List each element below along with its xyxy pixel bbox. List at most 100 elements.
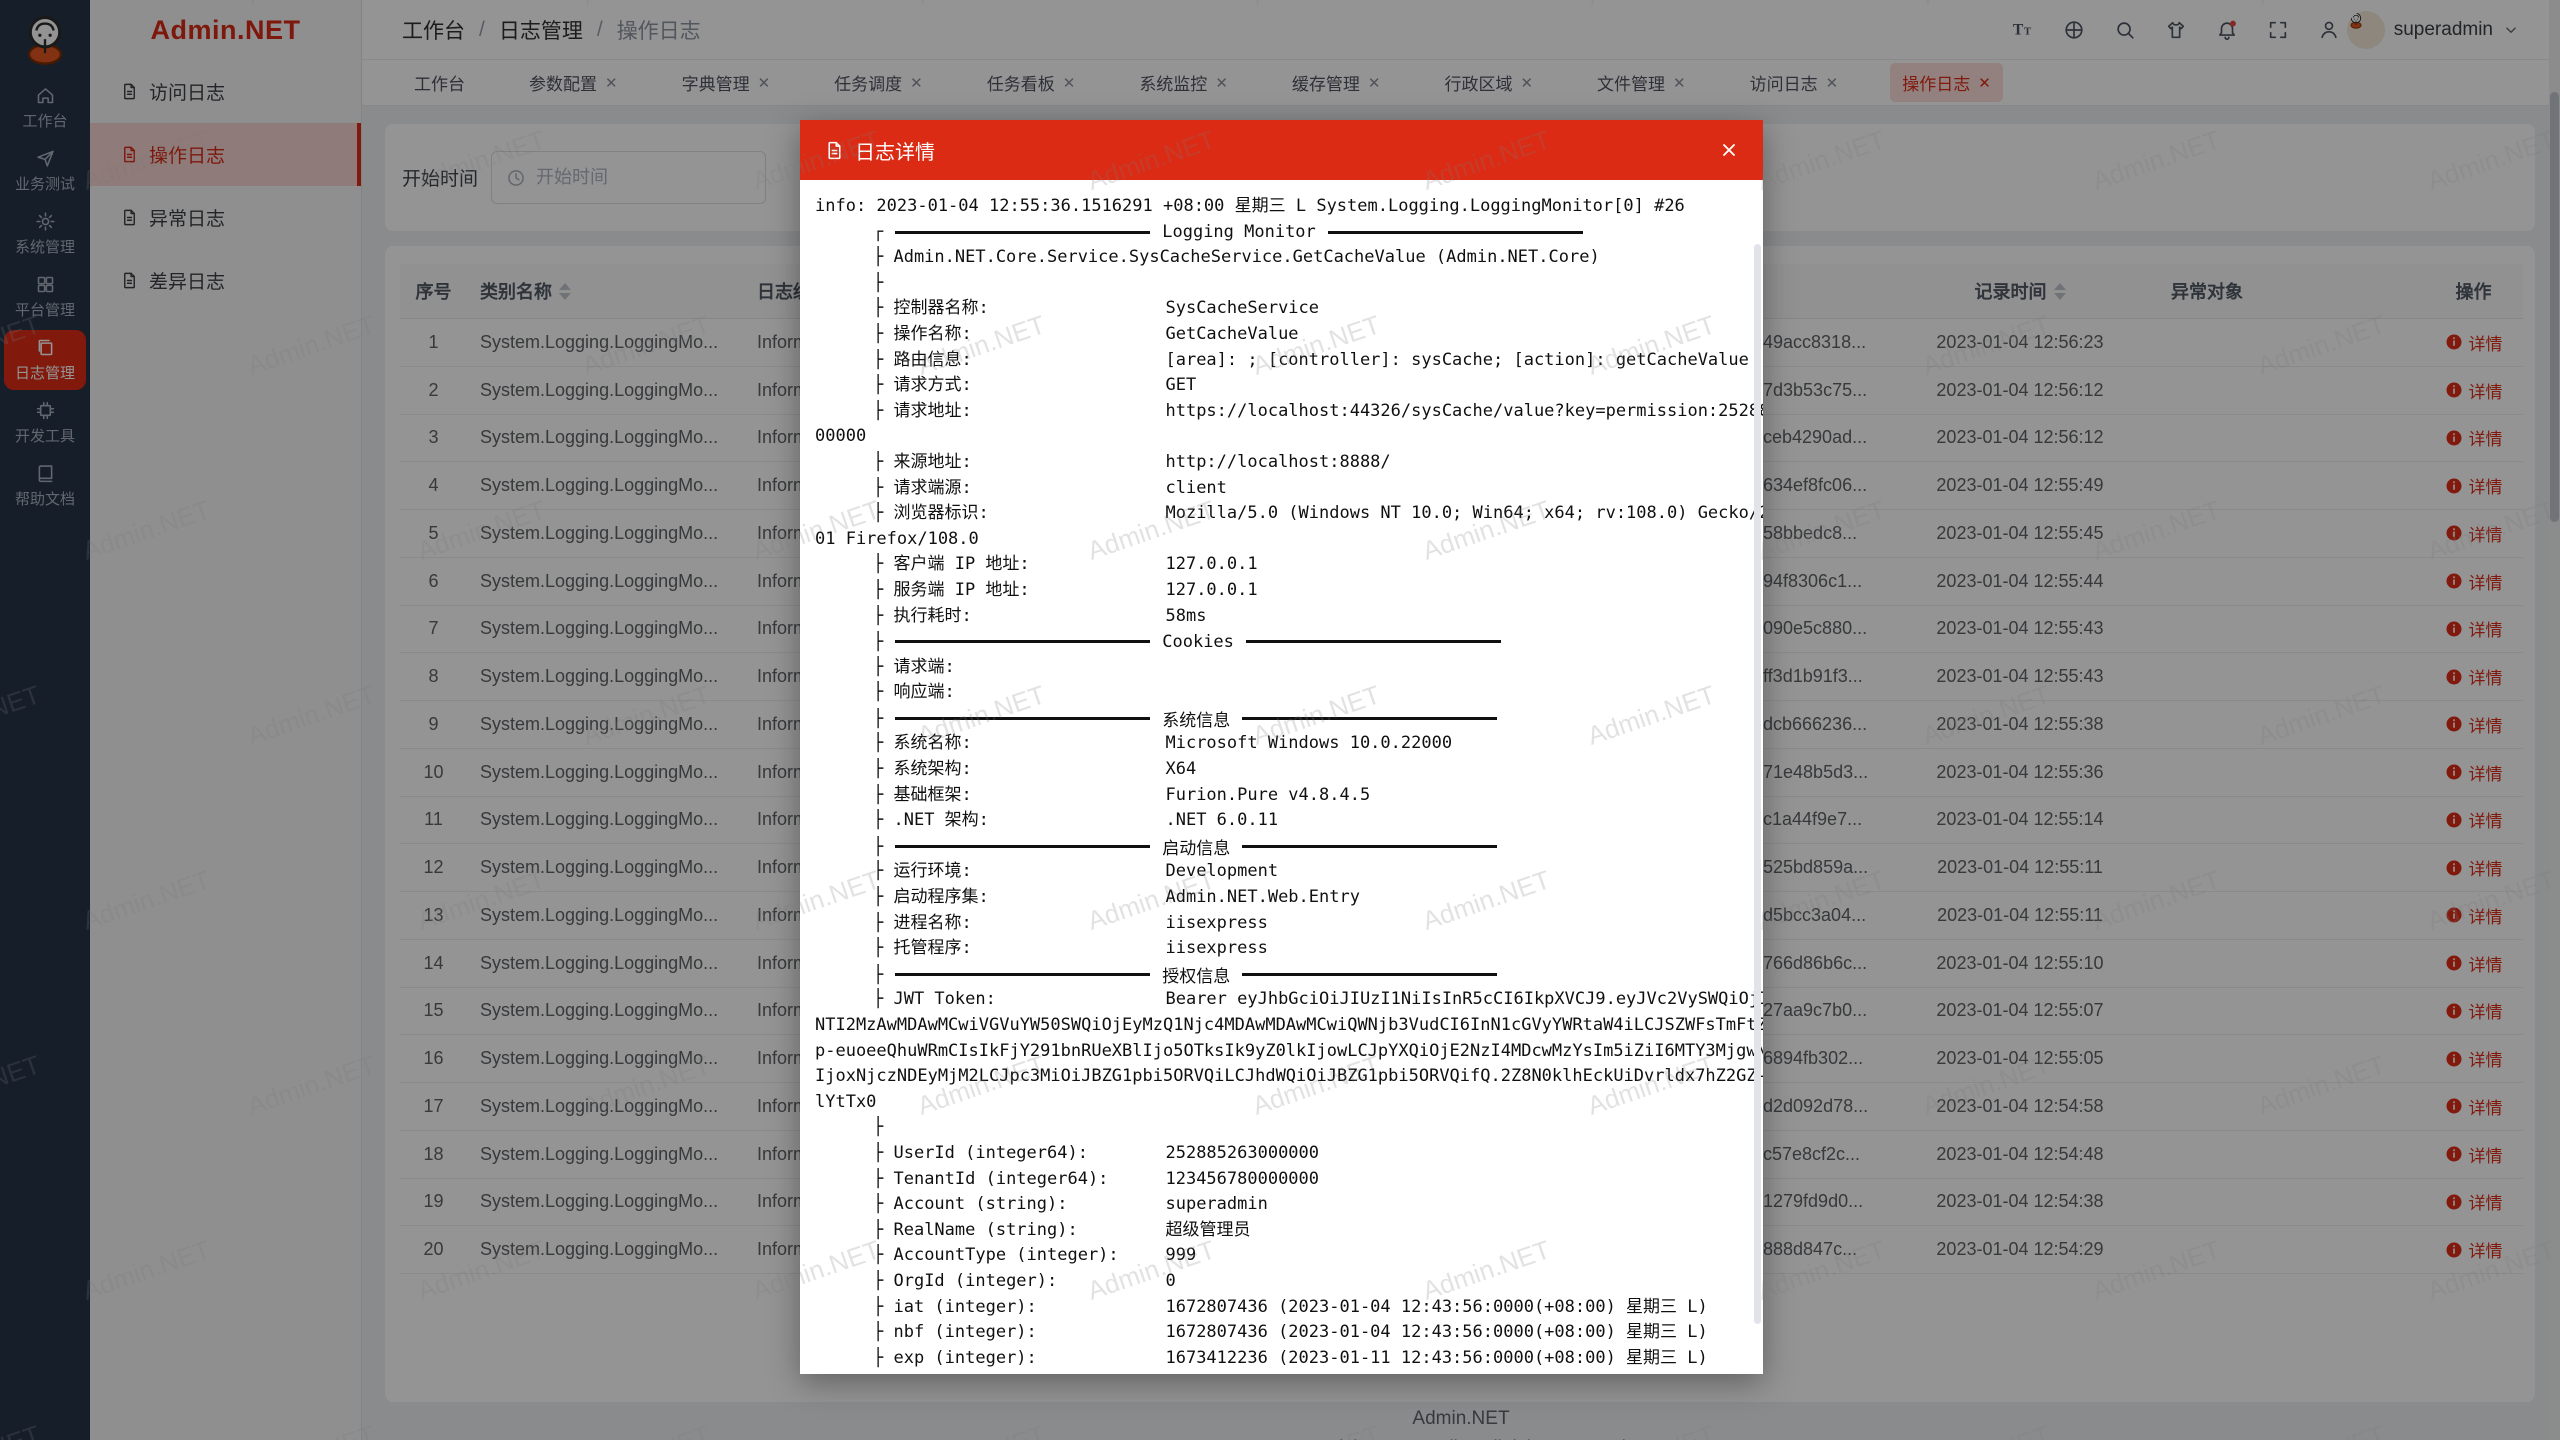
log-line: ├ 系统架构:X64: [815, 757, 1737, 783]
log-key: Account (string):: [893, 1192, 1165, 1218]
log-separator: ┌Logging Monitor: [815, 220, 1737, 246]
log-value: iisexpress: [1165, 913, 1267, 933]
log-value: 127.0.0.1: [1165, 554, 1257, 574]
log-line: 00000: [815, 424, 1737, 450]
separator-rule: [895, 231, 1150, 234]
log-value: 超级管理员: [1165, 1220, 1250, 1240]
separator-rule: [1242, 973, 1497, 976]
log-value: 1672807436 (2023-01-04 12:43:56:0000(+08…: [1165, 1297, 1707, 1317]
log-separator-label: 启动信息: [1162, 834, 1230, 859]
log-line: ├ exp (integer):1673412236 (2023-01-11 1…: [815, 1346, 1737, 1372]
log-line: ├ Admin.NET.Core.Service.SysCacheService…: [815, 245, 1737, 271]
log-prefix: ├: [873, 350, 893, 370]
dialog-header: 日志详情: [800, 120, 1763, 180]
log-prefix: ├: [873, 298, 893, 318]
log-detail-content[interactable]: info: 2023-01-04 12:55:36.1516291 +08:00…: [800, 180, 1763, 1374]
log-line: ├ RealName (string):超级管理员: [815, 1218, 1737, 1244]
separator-rule: [895, 640, 1150, 643]
log-prefix: ├: [873, 810, 893, 830]
log-key: nbf (integer):: [893, 1320, 1165, 1346]
log-line: ├ Account (string):superadmin: [815, 1192, 1737, 1218]
log-prefix: ├: [873, 1348, 893, 1368]
log-line: ├ 执行耗时:58ms: [815, 604, 1737, 630]
log-value: http://localhost:8888/: [1165, 452, 1390, 472]
log-key: 控制器名称:: [893, 296, 1165, 322]
log-key: 服务端 IP 地址:: [893, 578, 1165, 604]
log-key: 运行环境:: [893, 859, 1165, 885]
log-value: Development: [1165, 861, 1278, 881]
log-line: ├ 客户端 IP 地址:127.0.0.1: [815, 552, 1737, 578]
log-line: ├ 托管程序:iisexpress: [815, 936, 1737, 962]
log-key: .NET 架构:: [893, 808, 1165, 834]
log-separator-prefix: ├: [873, 837, 883, 857]
log-prefix: ├: [873, 478, 893, 498]
log-separator: ├ 系统信息: [815, 706, 1737, 732]
log-line: ├: [815, 1115, 1737, 1141]
log-prefix: ├: [873, 785, 893, 805]
log-line: NTI2MzAwMDAwMCwiVGVuYW50SWQiOjEyMzQ1Njc4…: [815, 1013, 1737, 1039]
log-value: X64: [1165, 759, 1196, 779]
log-prefix: ├: [873, 1143, 893, 1163]
log-separator: ├Cookies: [815, 629, 1737, 655]
log-line: ├ 响应端:: [815, 680, 1737, 706]
log-line: ├ 启动程序集:Admin.NET.Web.Entry: [815, 885, 1737, 911]
log-key: 启动程序集:: [893, 885, 1165, 911]
log-value: Mozilla/5.0 (Windows NT 10.0; Win64; x64…: [1165, 503, 1763, 523]
log-prefix: ├: [873, 503, 893, 523]
log-value: GetCacheValue: [1165, 324, 1298, 344]
log-prefix: ├: [873, 324, 893, 344]
log-line: ├ iat (integer):1672807436 (2023-01-04 1…: [815, 1295, 1737, 1321]
dialog-scrollbar[interactable]: [1754, 244, 1761, 1374]
log-value: GET: [1165, 375, 1196, 395]
log-line: ├ OrgId (integer):0: [815, 1269, 1737, 1295]
log-value: 252885263000000: [1165, 1143, 1319, 1163]
log-separator-label: Logging Monitor: [1162, 222, 1316, 242]
log-value: 123456780000000: [1165, 1169, 1319, 1189]
log-line: ├ 进程名称:iisexpress: [815, 911, 1737, 937]
log-line: ├ UserId (integer64):252885263000000: [815, 1141, 1737, 1167]
log-separator-label: 授权信息: [1162, 962, 1230, 987]
log-key: iat (integer):: [893, 1295, 1165, 1321]
log-line: ├ 路由信息:[area]: ; [controller]: sysCache;…: [815, 348, 1737, 374]
log-separator-prefix: ├: [873, 709, 883, 729]
separator-rule: [1242, 845, 1497, 848]
log-line: ├: [815, 271, 1737, 297]
log-key: 系统名称:: [893, 731, 1165, 757]
log-prefix: ├: [873, 1271, 893, 1291]
log-value: superadmin: [1165, 1194, 1267, 1214]
log-prefix: ├: [873, 887, 893, 907]
log-separator: ├ 启动信息: [815, 834, 1737, 860]
log-line: info: 2023-01-04 12:55:36.1516291 +08:00…: [815, 194, 1737, 220]
log-key: 基础框架:: [893, 783, 1165, 809]
log-value: Bearer eyJhbGciOiJIUzI1NiIsInR5cCI6IkpXV…: [1165, 989, 1763, 1009]
document-icon: [824, 140, 845, 161]
separator-rule: [895, 845, 1150, 848]
log-line: ├ 浏览器标识:Mozilla/5.0 (Windows NT 10.0; Wi…: [815, 501, 1737, 527]
log-line: IjoxNjczNDEyMjM2LCJpc3MiOiJBZG1pbi5ORVQi…: [815, 1064, 1737, 1090]
log-separator-label: 系统信息: [1162, 706, 1230, 731]
log-key: 请求端源:: [893, 476, 1165, 502]
log-line: lYtTx0: [815, 1090, 1737, 1116]
log-key: UserId (integer64):: [893, 1141, 1165, 1167]
log-prefix: ├: [873, 1322, 893, 1342]
close-icon[interactable]: [1715, 136, 1743, 164]
log-prefix: ├: [873, 452, 893, 472]
log-value: 1672807436 (2023-01-04 12:43:56:0000(+08…: [1165, 1322, 1707, 1342]
log-key: 托管程序:: [893, 936, 1165, 962]
log-key: 操作名称:: [893, 322, 1165, 348]
log-prefix: ├: [873, 913, 893, 933]
log-value: 999: [1165, 1245, 1196, 1265]
log-key: 请求方式:: [893, 373, 1165, 399]
log-value: https://localhost:44326/sysCache/value?k…: [1165, 401, 1763, 421]
log-detail-dialog: 日志详情 info: 2023-01-04 12:55:36.1516291 +…: [800, 120, 1763, 1374]
separator-rule: [1246, 640, 1501, 643]
log-key: TenantId (integer64):: [893, 1167, 1165, 1193]
separator-rule: [1328, 231, 1583, 234]
log-value: Furion.Pure v4.8.4.5: [1165, 785, 1370, 805]
log-value: 127.0.0.1: [1165, 580, 1257, 600]
log-prefix: ├: [873, 1220, 893, 1240]
log-line: ├ 操作名称:GetCacheValue: [815, 322, 1737, 348]
log-value: [area]: ; [controller]: sysCache; [actio…: [1165, 350, 1748, 370]
log-line: ├ 请求地址:https://localhost:44326/sysCache/…: [815, 399, 1737, 425]
log-value: .NET 6.0.11: [1165, 810, 1278, 830]
